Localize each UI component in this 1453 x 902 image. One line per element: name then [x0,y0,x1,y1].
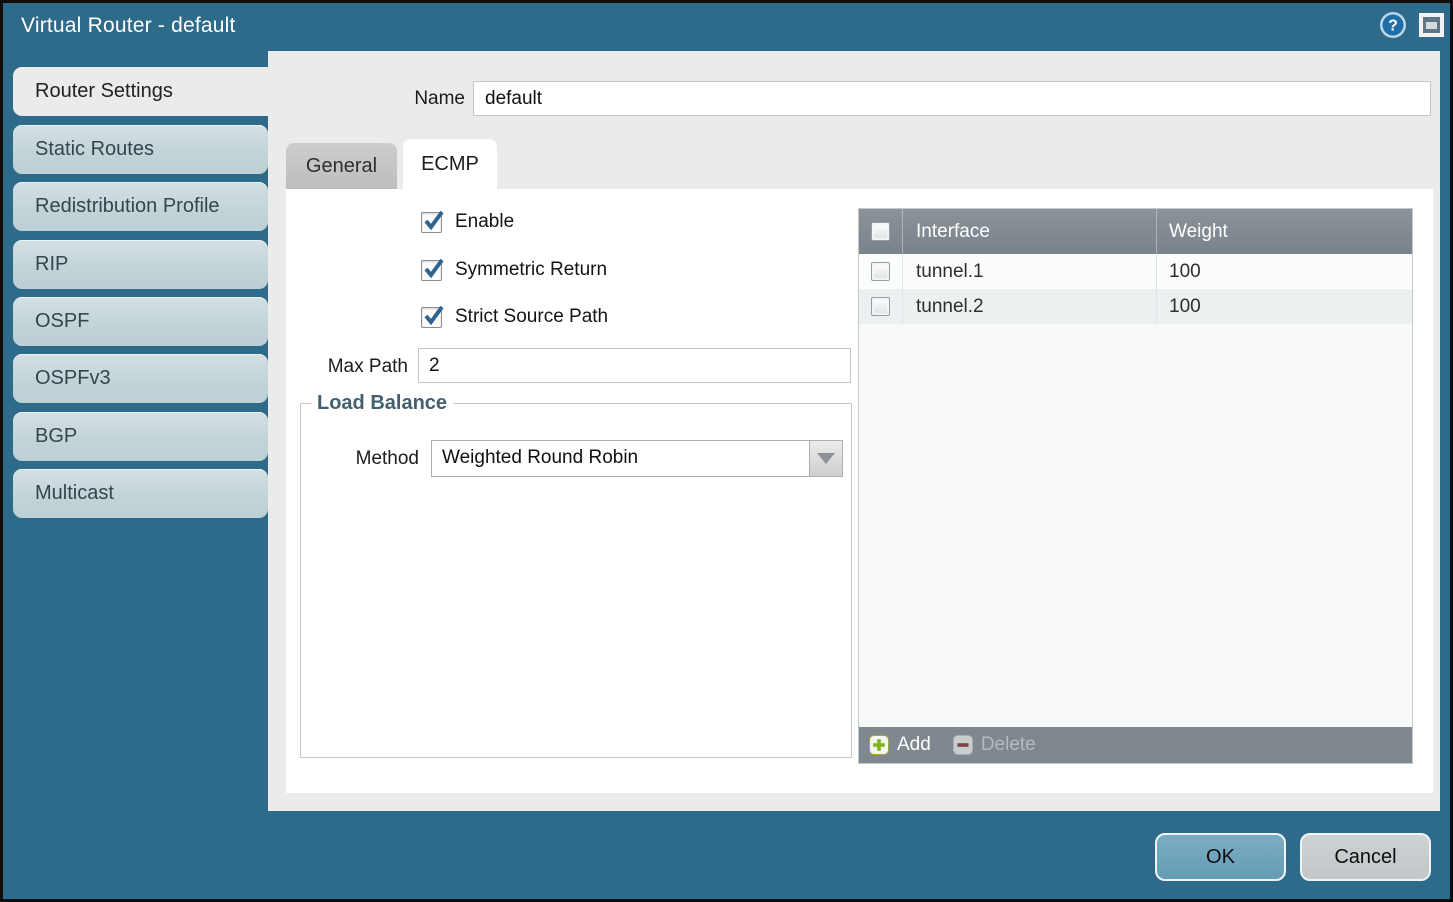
sidebar-item-router-settings[interactable]: Router Settings [13,67,268,116]
method-dropdown-button[interactable] [809,441,842,476]
tab-ecmp[interactable]: ECMP [403,139,497,190]
svg-text:?: ? [1388,18,1398,35]
row-checkbox[interactable] [871,262,890,281]
dialog-title: Virtual Router - default [21,14,236,38]
load-balance-legend: Load Balance [311,392,453,415]
table-row[interactable]: tunnel.1 100 [859,254,1412,289]
sidebar-item-ospf[interactable]: OSPF [13,297,268,346]
tab-general[interactable]: General [286,143,397,189]
table-empty-area [859,324,1412,727]
strict-source-path-row: Strict Source Path [421,306,608,328]
enable-row: Enable [421,211,514,233]
sidebar-item-multicast[interactable]: Multicast [13,469,268,518]
method-select[interactable]: Weighted Round Robin [431,440,843,477]
row-checkbox[interactable] [871,297,890,316]
column-header-weight[interactable]: Weight [1157,209,1412,254]
symmetric-return-label: Symmetric Return [455,259,607,281]
add-button-label: Add [897,734,931,756]
ok-button[interactable]: OK [1155,833,1286,881]
window-icon[interactable] [1419,13,1444,37]
cell-weight: 100 [1157,254,1412,289]
symmetric-return-row: Symmetric Return [421,259,607,281]
cell-interface: tunnel.1 [903,254,1157,289]
sidebar-item-redistribution-profile[interactable]: Redistribution Profile [13,182,268,231]
help-icon[interactable]: ? [1379,11,1407,39]
table-header: Interface Weight [859,209,1412,254]
strict-source-path-label: Strict Source Path [455,306,608,328]
sidebar-item-rip[interactable]: RIP [13,240,268,289]
sidebar-item-ospfv3[interactable]: OSPFv3 [13,354,268,403]
add-button[interactable]: Add [869,734,931,756]
method-label: Method [301,448,419,470]
cell-weight: 100 [1157,289,1412,324]
sidebar-item-static-routes[interactable]: Static Routes [13,125,268,174]
minus-icon [953,735,973,755]
method-select-value: Weighted Round Robin [442,447,638,469]
cancel-button[interactable]: Cancel [1300,833,1431,881]
column-header-interface[interactable]: Interface [903,209,1157,254]
virtual-router-dialog: Virtual Router - default ? Router Settin… [0,0,1453,902]
table-row[interactable]: tunnel.2 100 [859,289,1412,324]
sidebar-item-bgp[interactable]: BGP [13,412,268,461]
max-path-input[interactable] [418,348,851,383]
cell-interface: tunnel.2 [903,289,1157,324]
symmetric-return-checkbox[interactable] [421,260,442,281]
strict-source-path-checkbox[interactable] [421,307,442,328]
chevron-down-icon [817,453,835,464]
interface-table: Interface Weight tunnel.1 100 tunnel.2 1… [858,208,1413,764]
max-path-label: Max Path [286,356,408,378]
plus-icon [869,735,889,755]
enable-checkbox[interactable] [421,212,442,233]
delete-button[interactable]: Delete [953,734,1036,756]
content-area: Name General ECMP Enable Symmetric Retur… [268,51,1440,811]
delete-button-label: Delete [981,734,1036,756]
enable-label: Enable [455,211,514,233]
load-balance-fieldset: Load Balance Method Weighted Round Robin [300,392,852,758]
table-footer: Add Delete [859,727,1412,763]
name-label: Name [353,88,465,110]
ecmp-tab-panel: Enable Symmetric Return Strict Source Pa… [286,189,1433,793]
name-input[interactable] [473,81,1431,116]
select-all-checkbox[interactable] [871,222,890,241]
